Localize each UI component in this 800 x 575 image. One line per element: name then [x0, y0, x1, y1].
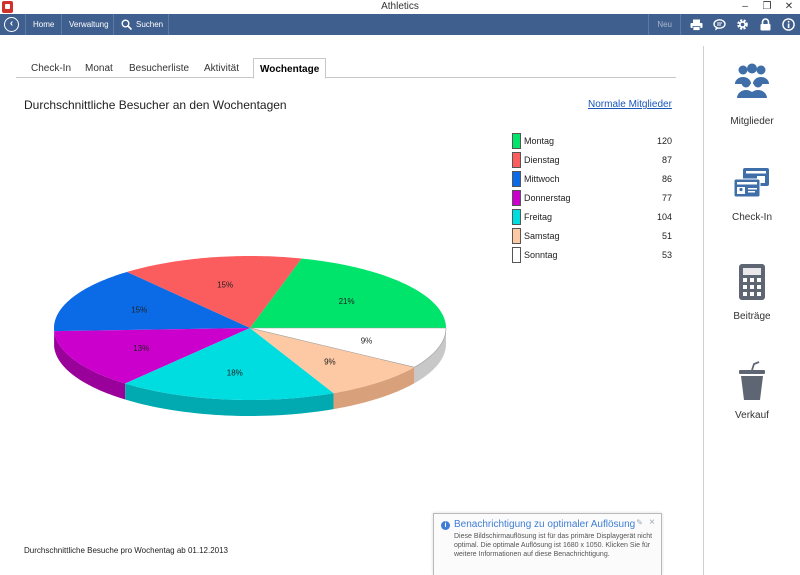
toolbar-suchen[interactable]: Suchen [113, 14, 170, 35]
legend-label: Montag [524, 136, 555, 146]
legend-swatch [512, 152, 521, 168]
legend-swatch [512, 247, 521, 263]
legend-swatch [512, 209, 521, 225]
close-button[interactable]: ✕ [778, 0, 800, 14]
chart-footnote: Durchschnittliche Besuche pro Wochentag … [24, 546, 228, 555]
legend-swatch [512, 228, 521, 244]
slice-label-freitag: 18% [227, 368, 243, 377]
toolbar-divider [168, 14, 169, 35]
slice-label-donnerstag: 13% [133, 344, 149, 353]
legend-item: Montag 120 [511, 132, 673, 151]
legend-label: Mittwoch [524, 174, 560, 184]
legend-value: 51 [661, 231, 672, 241]
main-toolbar: ‹ Home Verwaltung Suchen Neu [0, 14, 800, 35]
legend-item: Donnerstag 77 [511, 189, 673, 208]
legend-item: Sonntag 53 [511, 246, 673, 265]
toolbar-suchen-label: Suchen [136, 20, 164, 29]
notification-body: Diese Bildschirmauflösung ist für das pr… [454, 533, 653, 558]
slice-label-montag: 21% [339, 297, 355, 306]
slice-label-mittwoch: 15% [131, 306, 147, 315]
legend-label: Freitag [524, 212, 553, 222]
sidebar-label-mitglieder: Mitglieder [730, 116, 774, 127]
slice-label-dienstag: 15% [217, 280, 233, 289]
sidebar-item-verkauf[interactable]: Verkauf [704, 361, 800, 421]
print-icon[interactable] [685, 14, 708, 35]
sidebar-item-check-in[interactable]: Check-In [704, 163, 800, 223]
legend-value: 53 [661, 250, 672, 260]
tab-monat[interactable]: Monat [85, 58, 113, 78]
minimize-button[interactable]: – [734, 0, 756, 14]
toolbar-home[interactable]: Home [25, 14, 61, 35]
legend-label: Dienstag [524, 155, 560, 165]
legend-label: Sonntag [524, 250, 558, 260]
legend-item: Samstag 51 [511, 227, 673, 246]
pie-chart-svg: 21% 15% 15% 13% 18% 9% 9% [54, 256, 447, 416]
chart-legend: Montag 120 Dienstag 87 Mittwoch 86 Donnerstag 7… [511, 132, 673, 265]
legend-swatch [512, 133, 521, 149]
gear-icon[interactable] [731, 14, 754, 35]
sidebar-label-check-in: Check-In [731, 212, 772, 223]
maximize-button[interactable]: ❐ [756, 0, 778, 14]
tab-besucherliste[interactable]: Besucherliste [129, 58, 189, 78]
chat-icon[interactable] [708, 14, 731, 35]
sidebar-label-verkauf: Verkauf [735, 410, 769, 421]
legend-label: Donnerstag [524, 193, 571, 203]
sidebar-label-beitraege: Beiträge [733, 311, 771, 322]
tab-aktivitaet[interactable]: Aktivität [204, 58, 239, 78]
calculator-icon [732, 262, 772, 302]
toolbar-right: Neu [648, 14, 800, 35]
legend-item: Freitag 104 [511, 208, 673, 227]
close-icon[interactable]: × [649, 517, 655, 528]
legend-value: 77 [661, 193, 672, 203]
window-controls: – ❐ ✕ [734, 0, 800, 14]
new-button[interactable]: Neu [648, 14, 681, 35]
title-bar: Athletics – ❐ ✕ [0, 0, 800, 14]
cup-icon [732, 361, 772, 401]
normal-members-link[interactable]: Normale Mitglieder [588, 99, 672, 110]
legend-item: Mittwoch 86 [511, 170, 673, 189]
tab-check-in[interactable]: Check-In [31, 58, 71, 78]
legend-item: Dienstag 87 [511, 151, 673, 170]
page-title: Durchschnittliche Besucher an den Wochen… [24, 98, 287, 112]
legend-swatch [512, 171, 521, 187]
search-icon [121, 19, 132, 30]
legend-value: 87 [661, 155, 672, 165]
legend-swatch [512, 190, 521, 206]
back-icon[interactable]: ‹ [4, 17, 19, 32]
sidebar-item-mitglieder[interactable]: Mitglieder [704, 60, 800, 127]
legend-value: 86 [661, 174, 672, 184]
sidebar-item-beitraege[interactable]: Beiträge [704, 262, 800, 322]
legend-value: 120 [656, 136, 672, 146]
slice-label-sonntag: 9% [361, 337, 373, 346]
window-title: Athletics [381, 1, 419, 12]
pin-icon[interactable]: ✎ [636, 518, 643, 527]
members-icon [732, 60, 772, 100]
pie-top-faces [54, 256, 447, 400]
tab-wochentage[interactable]: Wochentage [253, 58, 327, 79]
checkin-cards-icon [732, 163, 772, 203]
slice-label-samstag: 9% [324, 358, 336, 367]
info-icon: i [441, 521, 450, 530]
info-icon[interactable] [777, 14, 800, 35]
legend-value: 104 [656, 212, 672, 222]
lock-icon[interactable] [754, 14, 777, 35]
notification-title: Benachrichtigung zu optimaler Auflösung [454, 519, 636, 530]
resolution-notification[interactable]: i Benachrichtigung zu optimaler Auflösun… [433, 513, 662, 575]
tab-bar: Check-In Monat Besucherliste Aktivität W… [16, 58, 676, 79]
legend-label: Samstag [524, 231, 560, 241]
toolbar-verwaltung[interactable]: Verwaltung [61, 14, 116, 35]
pie-chart: 21% 15% 15% 13% 18% 9% 9% [0, 240, 500, 440]
